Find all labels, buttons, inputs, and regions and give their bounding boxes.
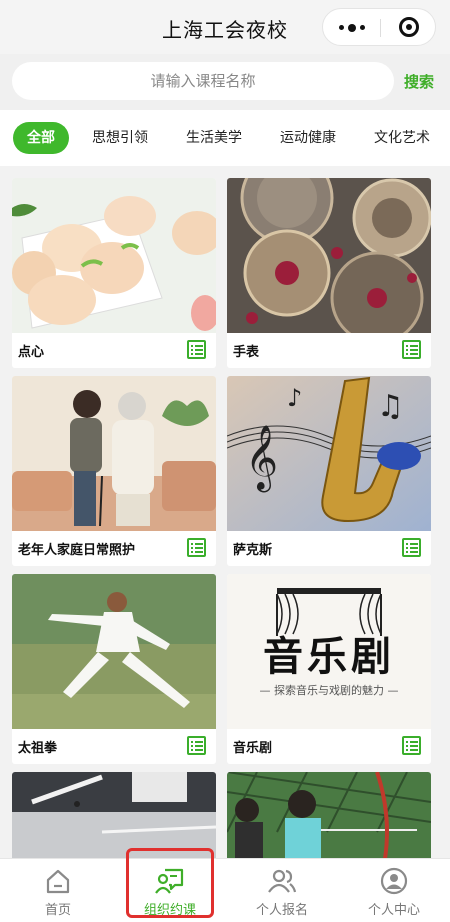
course-grid: 点心 手表 老年人家庭日常照护 𝄞 ♫ ♪ 萨克斯 太祖拳 音乐剧 — 探索音乐…: [0, 166, 450, 858]
course-card[interactable]: [227, 772, 431, 858]
users-icon: [268, 869, 297, 893]
course-image-martial-arts: [12, 574, 216, 729]
list-icon[interactable]: [402, 538, 421, 557]
list-icon[interactable]: [187, 538, 206, 557]
tabbar-personal-signup[interactable]: 个人报名: [226, 859, 338, 922]
highlight-box: [126, 848, 214, 918]
course-card[interactable]: 老年人家庭日常照护: [12, 376, 216, 566]
svg-text:♫: ♫: [377, 389, 404, 424]
search-button[interactable]: 搜索: [404, 71, 434, 92]
bottom-tab-bar: 首页 组织约课 个人报名 个人中心: [0, 858, 450, 922]
tabbar-label: 个人中心: [367, 903, 420, 918]
course-image-watch: [227, 178, 431, 333]
course-image-classroom: [12, 772, 216, 858]
svg-text:♪: ♪: [287, 384, 302, 412]
course-name: 手表: [233, 345, 260, 360]
target-icon[interactable]: [399, 17, 419, 37]
course-name: 老年人家庭日常照护: [18, 543, 136, 558]
musical-image-title: 音乐剧: [263, 633, 395, 680]
course-name: 太祖拳: [18, 741, 58, 756]
tabbar-label: 首页: [44, 903, 71, 918]
course-card[interactable]: [12, 772, 216, 858]
capsule-divider: [380, 19, 381, 37]
search-input[interactable]: [12, 62, 394, 100]
course-card[interactable]: 太祖拳: [12, 574, 216, 764]
category-tabs: 全部 思想引领 生活美学 运动健康 文化艺术: [0, 110, 450, 166]
tab-thought-leadership[interactable]: 思想引领: [92, 122, 148, 154]
svg-text:𝄞: 𝄞: [245, 425, 278, 492]
course-image-musical: 音乐剧 — 探索音乐与戏剧的魅力 —: [227, 574, 431, 729]
course-image-saxophone: 𝄞 ♫ ♪: [227, 376, 431, 531]
list-icon[interactable]: [402, 340, 421, 359]
tabbar-home[interactable]: 首页: [2, 859, 114, 922]
title-bar: 上海工会夜校: [0, 0, 450, 54]
course-name: 萨克斯: [233, 543, 273, 558]
course-name: 音乐剧: [233, 741, 273, 756]
course-image-archery: [227, 772, 431, 858]
musical-image-subtitle: — 探索音乐与戏剧的魅力 —: [259, 684, 399, 697]
tab-life-aesthetics[interactable]: 生活美学: [186, 122, 242, 154]
search-bar: 搜索: [0, 54, 450, 110]
course-image-elderly-care: [12, 376, 216, 531]
more-dots-icon[interactable]: [337, 15, 367, 39]
tab-sports-health[interactable]: 运动健康: [280, 122, 336, 154]
mini-program-capsule: [322, 8, 436, 46]
tab-culture-art[interactable]: 文化艺术: [374, 122, 430, 154]
tabbar-label: 个人报名: [255, 903, 308, 918]
list-icon[interactable]: [187, 736, 206, 755]
course-card[interactable]: 点心: [12, 178, 216, 368]
home-icon: [46, 869, 70, 894]
course-card[interactable]: 音乐剧 — 探索音乐与戏剧的魅力 — 音乐剧: [227, 574, 431, 764]
course-name: 点心: [18, 345, 45, 360]
list-icon[interactable]: [402, 736, 421, 755]
list-icon[interactable]: [187, 340, 206, 359]
tab-all[interactable]: 全部: [13, 122, 69, 154]
course-card[interactable]: 𝄞 ♫ ♪ 萨克斯: [227, 376, 431, 566]
tabbar-personal-center[interactable]: 个人中心: [338, 859, 450, 922]
course-image-dessert: [12, 178, 216, 333]
course-card[interactable]: 手表: [227, 178, 431, 368]
profile-icon: [380, 867, 408, 895]
